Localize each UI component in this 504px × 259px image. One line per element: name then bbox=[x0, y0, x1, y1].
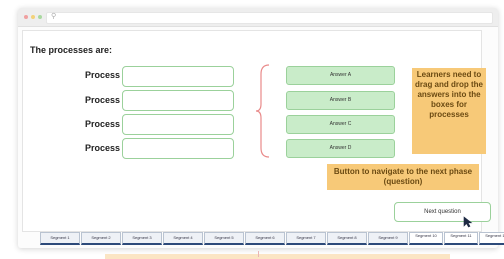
maximize-dot-icon[interactable] bbox=[38, 15, 42, 19]
segment-tab[interactable]: Segment 5 bbox=[204, 232, 244, 245]
process-label: Process bbox=[84, 143, 120, 153]
answer-option[interactable]: Answer B bbox=[286, 91, 395, 110]
process-label: Process bbox=[84, 119, 120, 129]
answer-option[interactable]: Answer D bbox=[286, 139, 395, 158]
segment-tab[interactable]: Segment 3 bbox=[122, 232, 162, 245]
bracket-connector bbox=[255, 64, 270, 158]
title-bar: ⚲ bbox=[18, 8, 498, 27]
segment-tab[interactable]: Segment 11 bbox=[444, 232, 478, 245]
segment-tab[interactable]: Segment 6 bbox=[245, 232, 285, 245]
process-drop-box[interactable] bbox=[122, 114, 234, 135]
search-icon: ⚲ bbox=[51, 13, 57, 20]
answer-option[interactable]: Answer A bbox=[286, 66, 395, 85]
bottom-annotation-strip bbox=[105, 254, 450, 259]
segment-tab[interactable]: Segment 7 bbox=[286, 232, 326, 245]
minimize-dot-icon[interactable] bbox=[31, 15, 35, 19]
segment-tab[interactable]: Segment 4 bbox=[163, 232, 203, 245]
annotation-drag-drop: Learners need to drag and drop the answe… bbox=[412, 68, 486, 154]
process-drop-box[interactable] bbox=[122, 138, 234, 159]
close-dot-icon[interactable] bbox=[24, 15, 28, 19]
segment-tab-bar: Segment 1 Segment 2 Segment 3 Segment 4 … bbox=[40, 232, 504, 245]
connector-line bbox=[258, 251, 259, 257]
segment-tab[interactable]: Segment 2 bbox=[81, 232, 121, 245]
process-drop-box[interactable] bbox=[122, 66, 234, 87]
next-question-button[interactable]: Next question bbox=[394, 202, 491, 222]
process-drop-box[interactable] bbox=[122, 90, 234, 111]
segment-tab[interactable]: Segment 1 bbox=[40, 232, 80, 245]
answer-option[interactable]: Answer C bbox=[286, 115, 395, 134]
process-label: Process bbox=[84, 70, 120, 80]
annotation-navigate: Button to navigate to the next phase (qu… bbox=[327, 164, 479, 190]
segment-tab[interactable]: Segment 12 bbox=[479, 232, 504, 245]
page-heading: The processes are: bbox=[30, 45, 113, 55]
segment-tab[interactable]: Segment 8 bbox=[327, 232, 367, 245]
mouse-cursor-icon bbox=[463, 216, 473, 228]
address-bar[interactable]: ⚲ bbox=[46, 12, 493, 24]
segment-tab[interactable]: Segment 9 bbox=[368, 232, 408, 245]
segment-tab[interactable]: Segment 10 bbox=[409, 232, 443, 245]
process-label: Process bbox=[84, 95, 120, 105]
